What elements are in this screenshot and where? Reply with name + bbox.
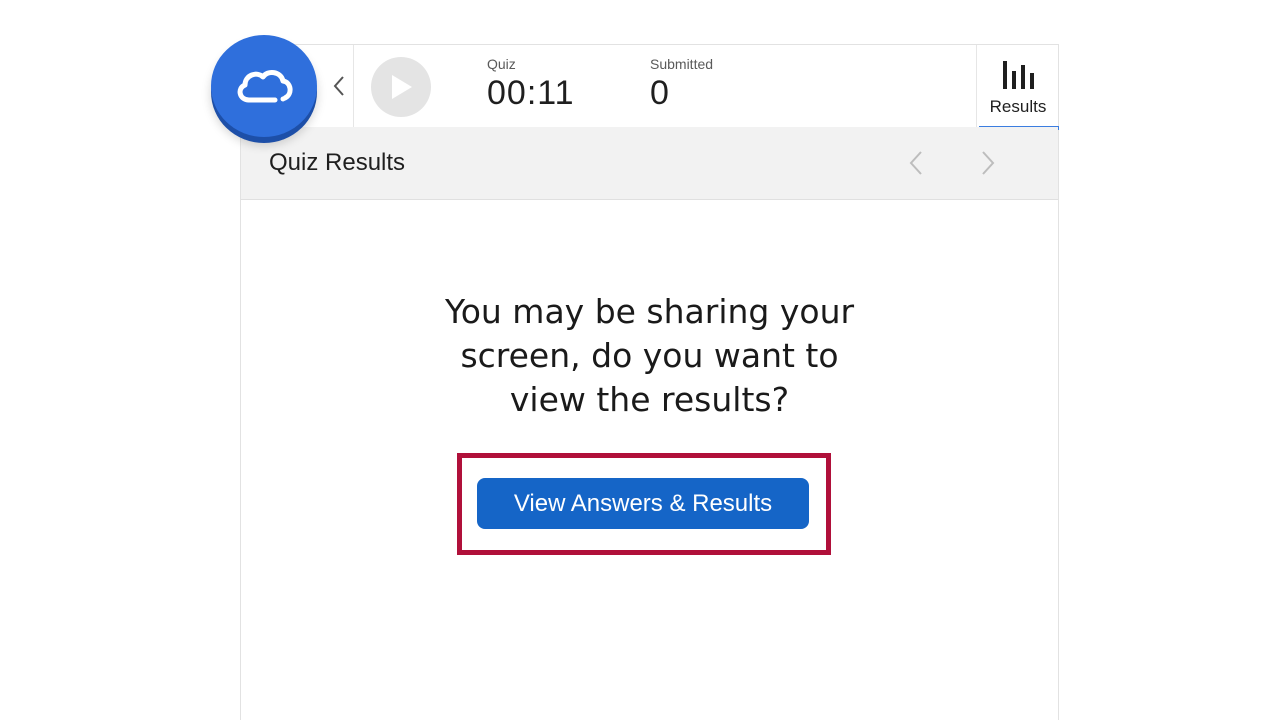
app-logo[interactable] <box>211 35 317 137</box>
next-button[interactable] <box>978 149 998 177</box>
chevron-right-icon <box>982 151 995 175</box>
chevron-left-icon <box>333 76 344 96</box>
bar-chart-icon <box>1003 61 1034 89</box>
message-line: screen, do you want to <box>460 336 839 375</box>
tab-results[interactable]: Results <box>976 45 1059 130</box>
submitted-label: Submitted <box>650 56 714 72</box>
cloud-icon <box>237 70 293 103</box>
previous-button[interactable] <box>906 149 926 177</box>
tab-results-label: Results <box>989 97 1047 116</box>
toolbar: Quiz 00:11 Submitted 0 Results <box>241 44 1059 130</box>
message-line: You may be sharing your <box>444 292 855 331</box>
submitted-value: 0 <box>650 74 670 112</box>
page-title: Quiz Results <box>269 149 406 176</box>
play-icon <box>392 75 412 99</box>
quiz-timer-value: 00:11 <box>487 74 575 112</box>
view-answers-results-button[interactable]: View Answers & Results <box>477 478 809 529</box>
quiz-panel: Quiz 00:11 Submitted 0 Results Quiz Resu… <box>240 44 1059 720</box>
play-button[interactable] <box>371 57 431 117</box>
quiz-timer-label: Quiz <box>487 56 516 72</box>
chevron-left-icon <box>909 151 922 175</box>
share-warning-message: You may be sharing your screen, do you w… <box>241 290 1058 422</box>
app-stage: Quiz 00:11 Submitted 0 Results Quiz Resu… <box>0 0 1280 720</box>
submitted-stat: Submitted 0 <box>650 55 713 113</box>
message-line: view the results? <box>509 380 790 419</box>
results-header: Quiz Results <box>241 127 1058 200</box>
quiz-timer-stat: Quiz 00:11 <box>487 55 575 113</box>
collapse-button[interactable] <box>325 45 354 127</box>
